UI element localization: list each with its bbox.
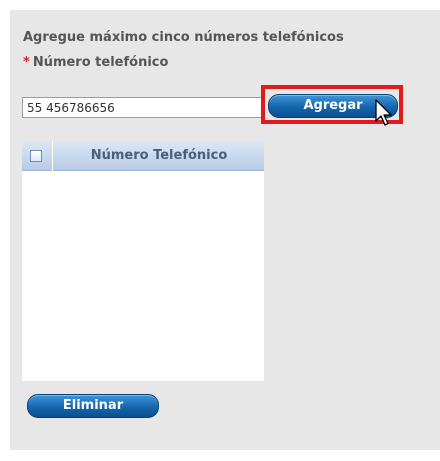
required-marker: * bbox=[23, 55, 30, 70]
select-all-cell bbox=[22, 141, 53, 171]
instructions-text: Agregue máximo cinco números telefónicos bbox=[23, 30, 344, 45]
phone-number-input[interactable] bbox=[22, 97, 264, 118]
phone-field-label: * Número telefónico bbox=[23, 55, 168, 70]
mouse-pointer-icon bbox=[375, 99, 392, 126]
delete-button[interactable]: Eliminar bbox=[27, 394, 159, 418]
select-all-checkbox[interactable] bbox=[30, 150, 42, 162]
phone-numbers-table: Número Telefónico bbox=[22, 141, 264, 381]
table-header: Número Telefónico bbox=[22, 141, 264, 171]
phone-label-text: Número telefónico bbox=[32, 55, 169, 70]
column-header-phone: Número Telefónico bbox=[90, 148, 228, 163]
